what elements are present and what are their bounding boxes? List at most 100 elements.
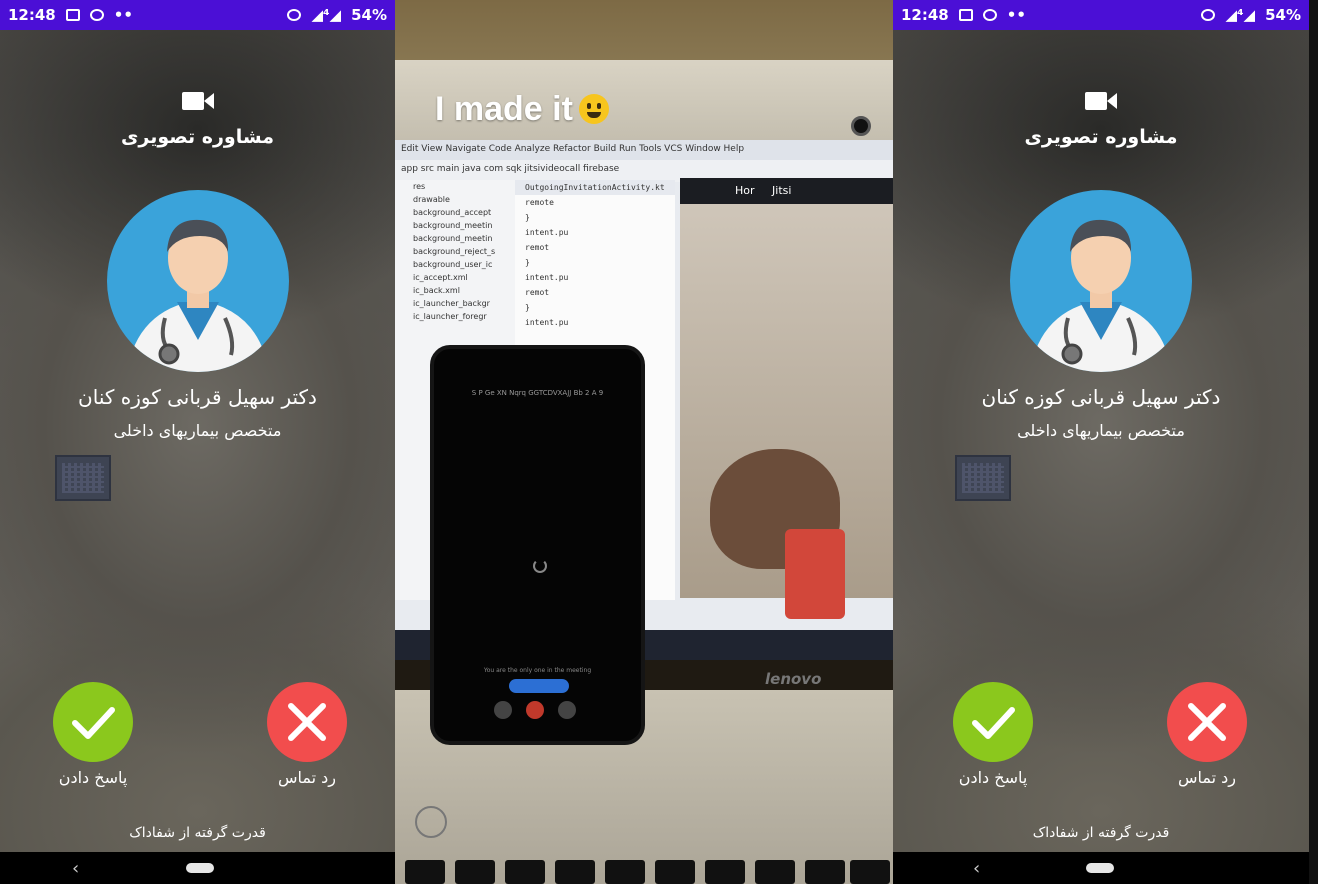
loading-spinner-icon (532, 559, 547, 573)
doctor-avatar (106, 190, 289, 372)
tree-item: background_meetin (413, 221, 493, 230)
keyboard-key (555, 860, 595, 884)
battery-level: 54% (351, 6, 387, 24)
accept-call-label: پاسخ دادن (58, 768, 128, 787)
nav-home-pill[interactable] (186, 863, 214, 873)
status-bar: 12:48 •• ◢⁴◢ 54% (0, 0, 395, 30)
invite-button (509, 679, 569, 693)
notification-icon (958, 9, 973, 21)
tree-item: background_user_ic (413, 260, 493, 269)
signal-icon: ◢⁴◢ (311, 6, 342, 24)
notification-icon (65, 9, 80, 21)
code-line: } (525, 213, 530, 222)
tree-item: res (413, 182, 426, 191)
left-phone-screen: 12:48 •• ◢⁴◢ 54% مشاوره تصویری دکتر سهیل… (0, 0, 395, 884)
close-icon (1188, 703, 1226, 741)
keyboard-key (455, 860, 495, 884)
video-red-phone (785, 529, 845, 619)
keyboard-key (605, 860, 645, 884)
code-line: remote (525, 198, 554, 207)
trackpad-logo-icon (415, 806, 447, 838)
mic-icon (494, 701, 512, 719)
keyboard-key (755, 860, 795, 884)
reject-call-button[interactable] (267, 682, 347, 762)
keyboard-key (405, 860, 445, 884)
nav-back-icon[interactable]: ‹ (72, 858, 79, 879)
emulator-tab: Hor (735, 184, 755, 197)
more-notifications-icon: •• (1006, 6, 1026, 24)
right-phone-screen: 12:48 •• ◢⁴◢ 54% مشاوره تصویری دکتر سهیل… (893, 0, 1309, 884)
code-line: } (525, 303, 530, 312)
powered-by-text: قدرت گرفته از شفاداک (129, 825, 266, 841)
doctor-specialty: متخصص بیماریهای داخلی (1017, 421, 1185, 440)
tree-item: background_reject_s (413, 247, 496, 256)
webcam-icon (851, 116, 871, 136)
tree-item: ic_launcher_backgr (413, 299, 490, 308)
held-phone-room-name: S P Ge XN Nqrq GGTCDVXAJJ Bb 2 A 9 (471, 389, 604, 397)
doctor-name: دکتر سهیل قربانی کوزه کنان (981, 385, 1221, 409)
emulator-window: Hor Jitsi (680, 178, 893, 619)
emulator-title: Jitsi (772, 184, 792, 197)
reject-call-button[interactable] (1167, 682, 1247, 762)
story-caption: I made it (435, 90, 609, 129)
reject-call-label: رد تماس (277, 768, 337, 787)
video-camera-icon (181, 92, 214, 110)
alarm-icon (89, 9, 104, 21)
doctor-specialty: متخصص بیماریهای داخلی (113, 421, 282, 440)
nav-home-pill[interactable] (1086, 863, 1114, 873)
status-time: 12:48 (8, 6, 56, 24)
code-line: remot (525, 243, 550, 252)
more-notifications-icon: •• (113, 6, 133, 24)
reject-call-label: رد تماس (1177, 768, 1237, 787)
accept-call-button[interactable] (53, 682, 133, 762)
status-time: 12:48 (901, 6, 949, 24)
doctor-name: دکتر سهیل قربانی کوزه کنان (78, 385, 317, 409)
code-tab: OutgoingInvitationActivity.kt (515, 180, 675, 195)
code-line: remot (525, 288, 550, 297)
tree-item: drawable (413, 195, 450, 204)
tree-item: ic_accept.xml (413, 273, 468, 282)
code-line: intent.pu (525, 228, 569, 237)
video-camera-icon (1085, 92, 1117, 110)
checkmark-icon (972, 707, 1015, 739)
tree-item: background_meetin (413, 234, 493, 243)
call-type-title: مشاوره تصویری (1024, 126, 1178, 148)
doctor-avatar (1010, 190, 1192, 372)
keyboard-key (655, 860, 695, 884)
doctor-illustration-icon (126, 219, 269, 372)
emulator-titlebar: Hor Jitsi (680, 178, 893, 204)
laptop-photo: Edit View Navigate Code Analyze Refactor… (395, 0, 893, 884)
alarm-status-icon (1201, 9, 1216, 21)
video-toggle-icon (558, 701, 576, 719)
hangup-icon (526, 701, 544, 719)
code-line: intent.pu (525, 273, 569, 282)
held-phone: S P Ge XN Nqrq GGTCDVXAJJ Bb 2 A 9 You a… (430, 345, 645, 745)
alarm-icon (982, 9, 997, 21)
accept-call-label: پاسخ دادن (958, 768, 1028, 787)
status-bar: 12:48 •• ◢⁴◢ 54% (893, 0, 1309, 30)
smiley-emoji-icon (578, 94, 609, 124)
emulator-video-feed (680, 204, 893, 619)
tree-item: background_accept (413, 208, 492, 217)
alarm-status-icon (287, 9, 302, 21)
caption-text: I made it (435, 90, 573, 128)
checkmark-icon (72, 707, 115, 739)
keyboard-key (805, 860, 845, 884)
held-phone-message: You are the only one in the meeting (483, 667, 592, 674)
call-type-title: مشاوره تصویری (121, 126, 274, 148)
close-icon (288, 703, 326, 741)
android-nav-bar: ‹ (0, 852, 395, 884)
code-line: intent.pu (525, 318, 569, 327)
android-nav-bar: ‹ (893, 852, 1309, 884)
tree-item: ic_back.xml (413, 286, 460, 295)
nav-back-icon[interactable]: ‹ (973, 858, 980, 879)
wall-calendar (955, 455, 1011, 501)
accept-call-button[interactable] (953, 682, 1033, 762)
code-line: } (525, 258, 530, 267)
battery-level: 54% (1265, 6, 1301, 24)
keyboard-key (505, 860, 545, 884)
wall-calendar (55, 455, 111, 501)
keyboard-key (850, 860, 890, 884)
keyboard-key (705, 860, 745, 884)
powered-by-text: قدرت گرفته از شفاداک (1032, 825, 1170, 841)
